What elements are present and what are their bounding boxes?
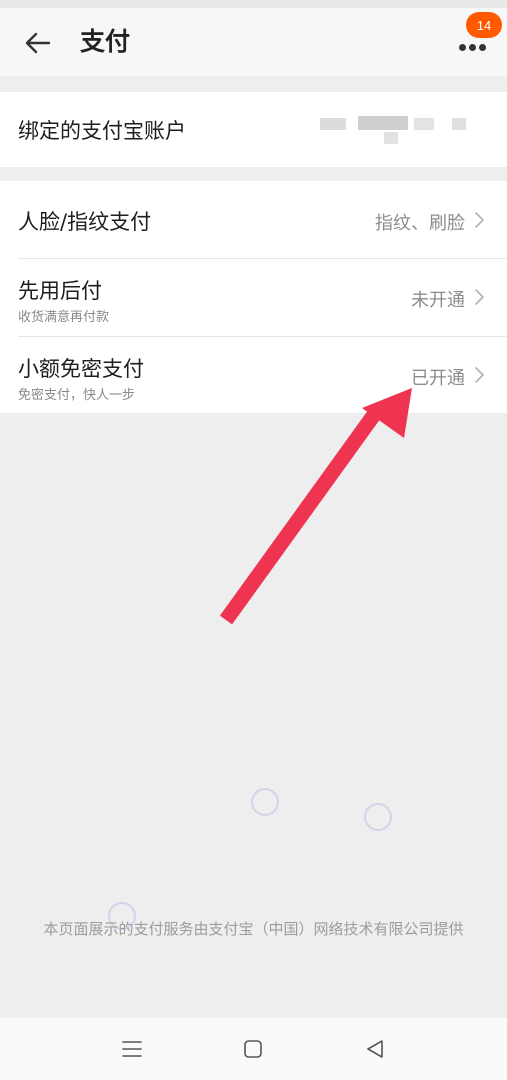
- back-arrow-icon[interactable]: [22, 27, 54, 59]
- notification-badge: 14: [466, 12, 502, 38]
- pay-later-row[interactable]: 先用后付 收货满意再付款 未开通: [0, 259, 507, 336]
- alipay-account-label: 绑定的支付宝账户: [18, 119, 186, 143]
- masked-block: [414, 118, 434, 130]
- masked-block: [320, 118, 346, 130]
- more-dot: [469, 44, 476, 51]
- masked-block: [358, 116, 408, 130]
- small-amount-password-free-subtitle: 免密支付，快人一步: [18, 388, 136, 403]
- chevron-right-icon: [475, 212, 484, 228]
- menu-icon[interactable]: [117, 1034, 147, 1064]
- touch-indicator: [364, 803, 392, 831]
- status-strip: [0, 0, 507, 8]
- small-amount-password-free-value: 已开通: [411, 368, 465, 389]
- face-fingerprint-pay-title: 人脸/指纹支付: [18, 210, 152, 234]
- service-provider-note: 本页面展示的支付服务由支付宝（中国）网络技术有限公司提供: [43, 920, 464, 938]
- chevron-right-icon: [475, 367, 484, 383]
- touch-indicator: [251, 788, 279, 816]
- face-fingerprint-pay-row[interactable]: 人脸/指纹支付 指纹、刷脸: [0, 181, 507, 258]
- app-header: 支付: [0, 8, 507, 76]
- pay-later-title: 先用后付: [18, 279, 102, 303]
- pay-later-subtitle: 收货满意再付款: [18, 310, 110, 325]
- alipay-account-card[interactable]: 绑定的支付宝账户: [0, 92, 507, 167]
- more-dots-icon: [459, 44, 466, 51]
- more-dot: [479, 44, 486, 51]
- payment-settings-card: 人脸/指纹支付 指纹、刷脸 先用后付 收货满意再付款 未开通 小额免密支付 免密…: [0, 181, 507, 413]
- system-navigation-bar: [0, 1018, 507, 1080]
- home-icon[interactable]: [238, 1034, 268, 1064]
- back-triangle-icon[interactable]: [360, 1034, 390, 1064]
- small-amount-password-free-row[interactable]: 小额免密支付 免密支付，快人一步 已开通: [0, 337, 507, 413]
- face-fingerprint-pay-value: 指纹、刷脸: [375, 213, 465, 234]
- masked-block: [384, 132, 398, 144]
- masked-block: [452, 118, 466, 130]
- pay-later-value: 未开通: [411, 290, 465, 311]
- chevron-right-icon: [475, 289, 484, 305]
- small-amount-password-free-title: 小额免密支付: [18, 357, 144, 381]
- page-title: 支付: [80, 27, 131, 56]
